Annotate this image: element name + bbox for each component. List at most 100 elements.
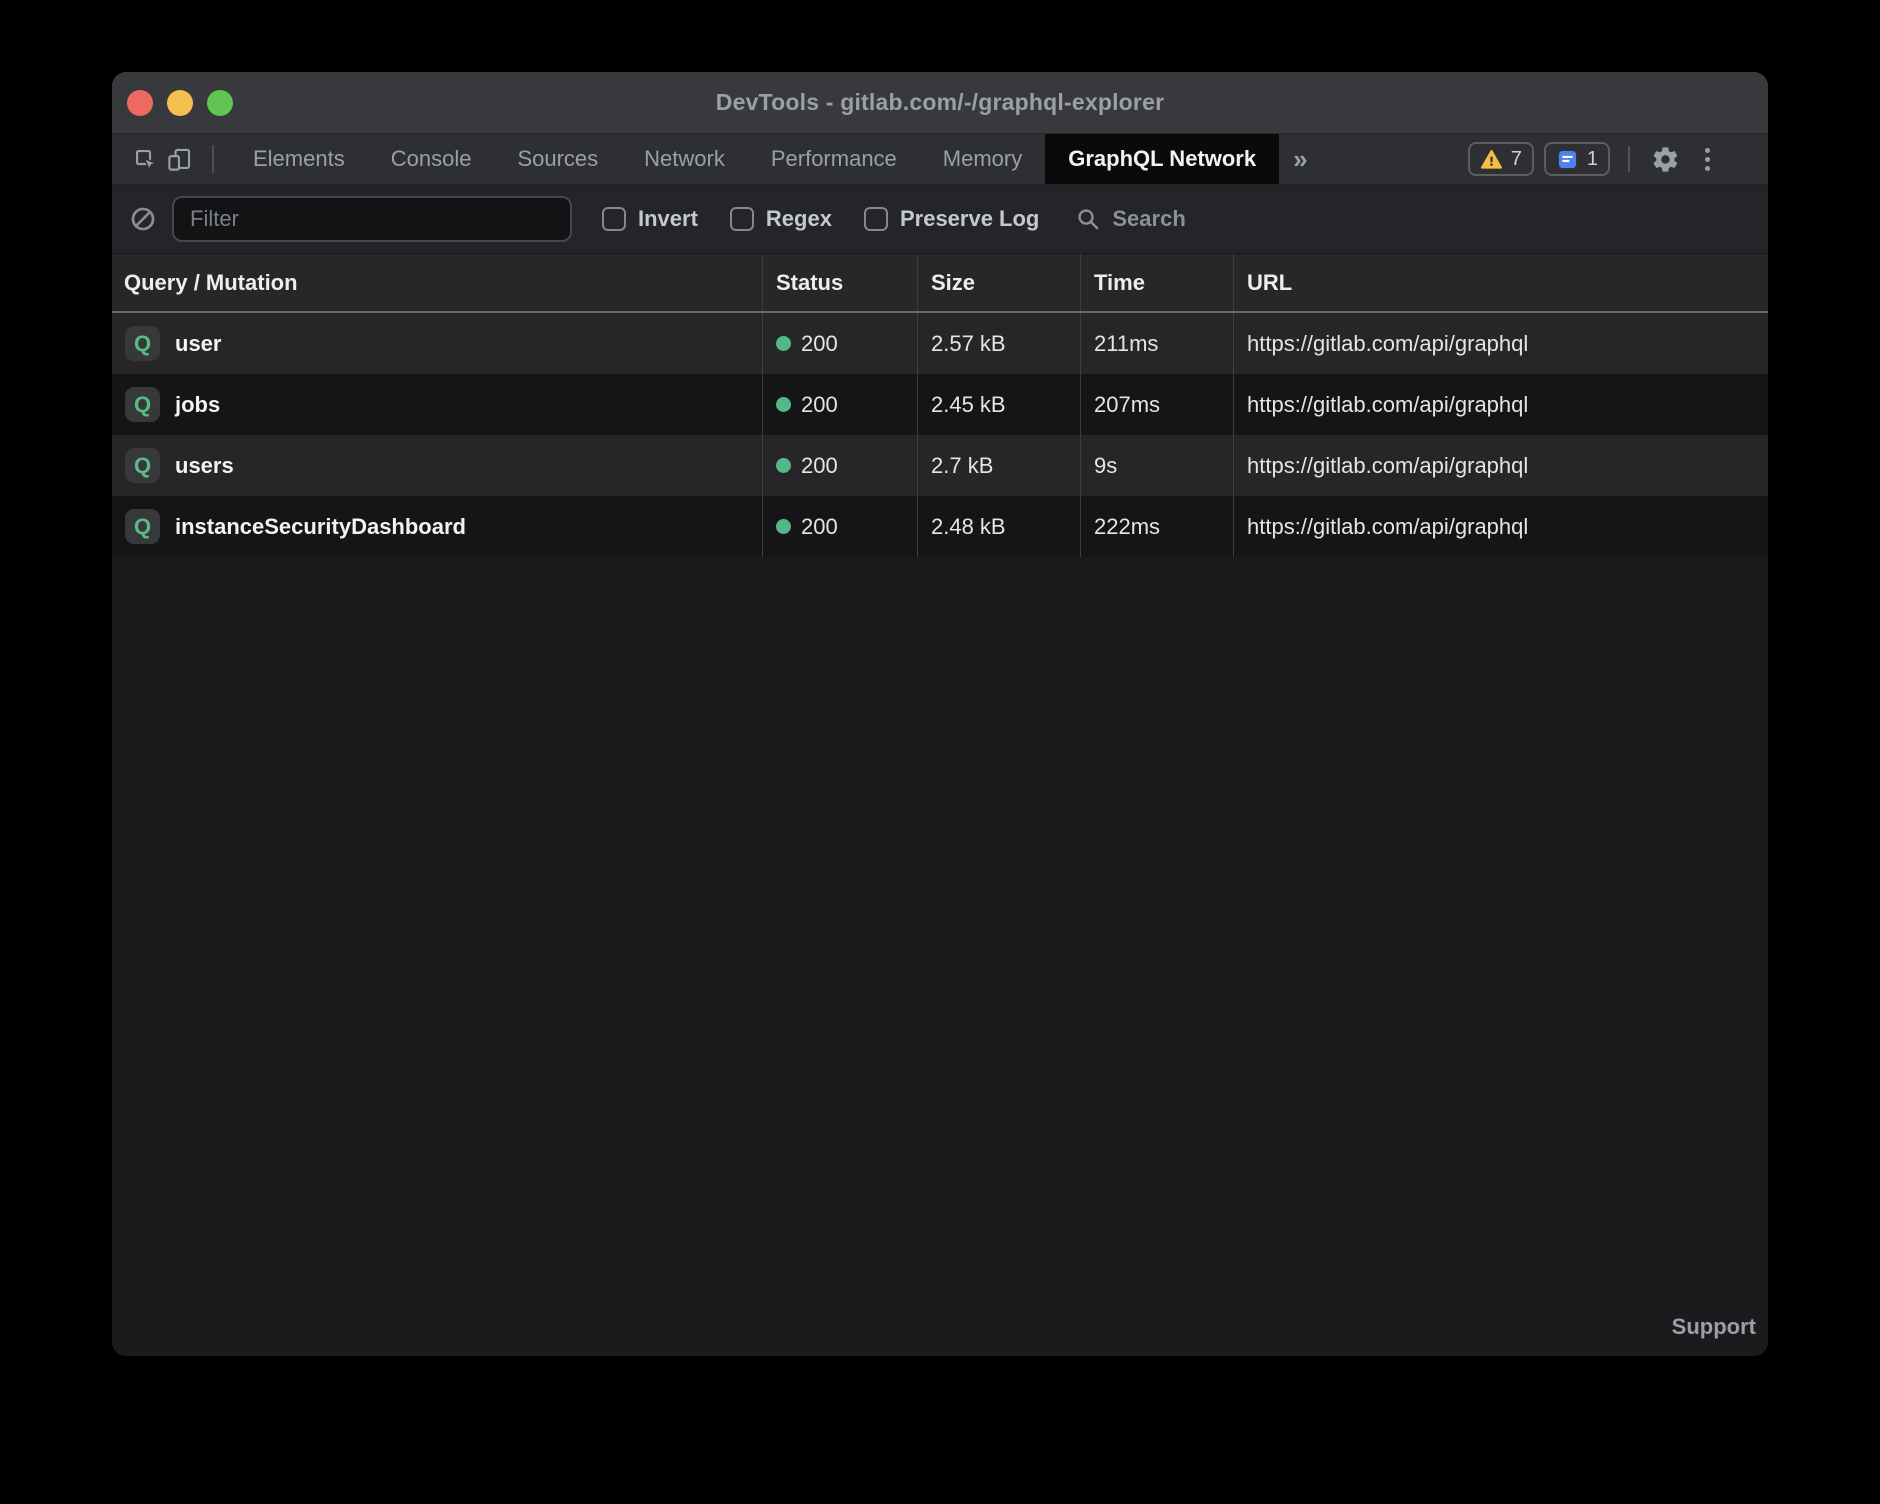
table-header: Query / Mutation Status Size Time URL — [112, 254, 1768, 313]
tab-performance[interactable]: Performance — [748, 134, 920, 184]
column-header-size[interactable]: Size — [918, 254, 1081, 311]
device-toolbar-icon — [166, 146, 193, 173]
issues-badge[interactable]: 1 — [1544, 142, 1610, 176]
controls-separator — [1628, 146, 1630, 172]
size-value: 2.57 kB — [931, 331, 1006, 357]
filter-toolbar: Invert Regex Preserve Log Search — [112, 185, 1768, 254]
size-cell: 2.45 kB — [918, 374, 1081, 435]
url-cell: https://gitlab.com/api/graphql — [1234, 435, 1768, 496]
gear-icon — [1651, 145, 1680, 174]
checkbox-box[interactable] — [602, 207, 626, 231]
kebab-dot — [1705, 148, 1710, 153]
time-cell: 211ms — [1081, 313, 1234, 374]
tab-elements[interactable]: Elements — [230, 134, 368, 184]
kebab-dot — [1705, 157, 1710, 162]
checkbox-box[interactable] — [864, 207, 888, 231]
clear-requests-button[interactable] — [128, 204, 158, 234]
query-cell: Q users — [112, 435, 763, 496]
tabbar-right-controls: 7 1 — [1468, 134, 1768, 184]
tab-sources[interactable]: Sources — [494, 134, 621, 184]
status-ok-dot — [776, 519, 791, 534]
tab-network[interactable]: Network — [621, 134, 748, 184]
size-cell: 2.7 kB — [918, 435, 1081, 496]
query-name: instanceSecurityDashboard — [175, 514, 466, 540]
filter-input[interactable] — [172, 196, 572, 242]
traffic-lights — [127, 72, 233, 133]
url-cell: https://gitlab.com/api/graphql — [1234, 313, 1768, 374]
table-empty-area: Support — [112, 557, 1768, 1356]
size-value: 2.48 kB — [931, 514, 1006, 540]
more-tabs-button[interactable]: » — [1279, 134, 1321, 184]
invert-checkbox[interactable]: Invert — [602, 206, 698, 232]
status-code: 200 — [801, 453, 838, 479]
filter-options: Invert Regex Preserve Log — [602, 206, 1039, 232]
query-name: users — [175, 453, 234, 479]
status-code: 200 — [801, 392, 838, 418]
toolbar-separator — [212, 145, 214, 173]
column-header-status[interactable]: Status — [763, 254, 918, 311]
query-cell: Q jobs — [112, 374, 763, 435]
table-row[interactable]: Q users 200 2.7 kB 9s https://gitlab.com… — [112, 435, 1768, 496]
regex-checkbox[interactable]: Regex — [730, 206, 832, 232]
search-label: Search — [1112, 206, 1185, 232]
table-row[interactable]: Q instanceSecurityDashboard 200 2.48 kB … — [112, 496, 1768, 557]
tab-graphql-network[interactable]: GraphQL Network — [1045, 134, 1279, 184]
query-type-badge: Q — [125, 387, 160, 422]
device-toolbar-button[interactable] — [162, 139, 196, 179]
query-name: jobs — [175, 392, 220, 418]
status-code: 200 — [801, 331, 838, 357]
query-type-badge: Q — [125, 326, 160, 361]
table-row[interactable]: Q jobs 200 2.45 kB 207ms https://gitlab.… — [112, 374, 1768, 435]
inspect-cursor-icon — [132, 146, 159, 173]
settings-button[interactable] — [1648, 139, 1682, 179]
checkbox-label: Invert — [638, 206, 698, 232]
query-cell: Q user — [112, 313, 763, 374]
time-value: 211ms — [1094, 331, 1158, 357]
time-value: 9s — [1094, 453, 1117, 479]
status-ok-dot — [776, 336, 791, 351]
size-value: 2.7 kB — [931, 453, 993, 479]
status-code: 200 — [801, 514, 838, 540]
status-ok-dot — [776, 397, 791, 412]
kebab-dot — [1705, 166, 1710, 171]
warnings-badge[interactable]: 7 — [1468, 142, 1534, 176]
status-cell: 200 — [763, 374, 918, 435]
tab-console[interactable]: Console — [368, 134, 495, 184]
url-value: https://gitlab.com/api/graphql — [1247, 514, 1528, 540]
time-cell: 9s — [1081, 435, 1234, 496]
devtools-window: DevTools - gitlab.com/-/graphql-explorer… — [112, 72, 1768, 1356]
support-link[interactable]: Support — [1672, 1314, 1756, 1340]
column-header-query-mutation[interactable]: Query / Mutation — [112, 254, 763, 311]
inspect-element-button[interactable] — [128, 139, 162, 179]
warning-triangle-icon — [1480, 148, 1503, 171]
kebab-menu-button[interactable] — [1692, 148, 1722, 171]
column-header-time[interactable]: Time — [1081, 254, 1234, 311]
warning-count: 7 — [1511, 148, 1522, 171]
status-cell: 200 — [763, 496, 918, 557]
checkbox-box[interactable] — [730, 207, 754, 231]
column-header-url[interactable]: URL — [1234, 254, 1768, 311]
search-icon — [1075, 206, 1101, 232]
size-cell: 2.48 kB — [918, 496, 1081, 557]
query-type-badge: Q — [125, 509, 160, 544]
devtools-tabbar: Elements Console Sources Network Perform… — [112, 134, 1768, 185]
status-cell: 200 — [763, 313, 918, 374]
titlebar: DevTools - gitlab.com/-/graphql-explorer — [112, 72, 1768, 134]
issue-count: 1 — [1587, 148, 1598, 171]
table-row[interactable]: Q user 200 2.57 kB 211ms https://gitlab.… — [112, 313, 1768, 374]
url-cell: https://gitlab.com/api/graphql — [1234, 496, 1768, 557]
maximize-window-button[interactable] — [207, 90, 233, 116]
query-cell: Q instanceSecurityDashboard — [112, 496, 763, 557]
url-value: https://gitlab.com/api/graphql — [1247, 453, 1528, 479]
time-cell: 222ms — [1081, 496, 1234, 557]
status-cell: 200 — [763, 435, 918, 496]
time-cell: 207ms — [1081, 374, 1234, 435]
tab-memory[interactable]: Memory — [920, 134, 1045, 184]
preserve-log-checkbox[interactable]: Preserve Log — [864, 206, 1039, 232]
search-button[interactable]: Search — [1075, 206, 1185, 232]
status-ok-dot — [776, 458, 791, 473]
query-name: user — [175, 331, 221, 357]
block-icon — [129, 205, 157, 233]
minimize-window-button[interactable] — [167, 90, 193, 116]
close-window-button[interactable] — [127, 90, 153, 116]
